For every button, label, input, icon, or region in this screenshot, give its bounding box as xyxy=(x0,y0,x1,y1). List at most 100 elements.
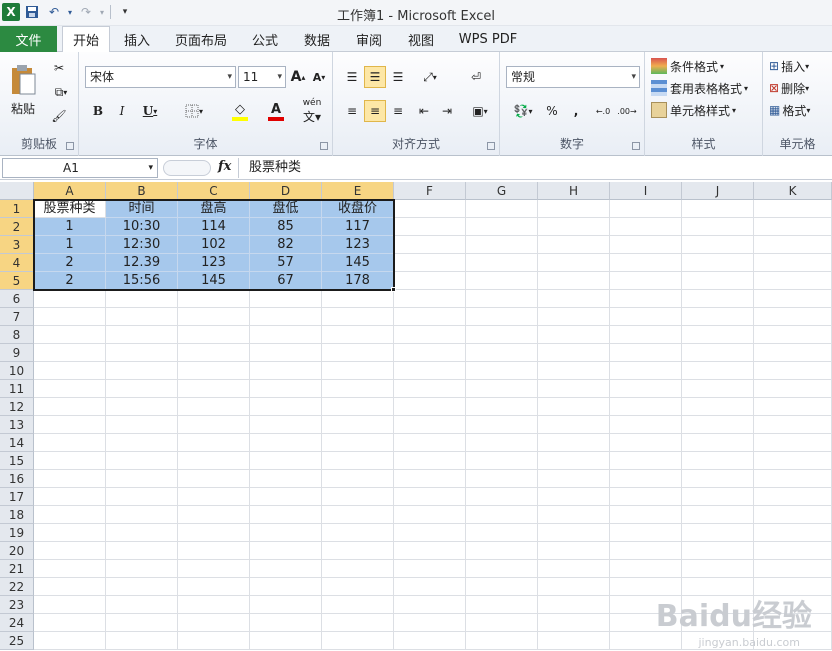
cell-c14[interactable] xyxy=(178,434,250,452)
cell-b13[interactable] xyxy=(106,416,178,434)
cell-d8[interactable] xyxy=(250,326,322,344)
format-painter-icon[interactable]: 🖌 xyxy=(48,106,70,126)
cell-c10[interactable] xyxy=(178,362,250,380)
cell-b3[interactable]: 12:30 xyxy=(106,236,178,254)
cell-h4[interactable] xyxy=(538,254,610,272)
cell-k12[interactable] xyxy=(754,398,832,416)
cell-h23[interactable] xyxy=(538,596,610,614)
cell-e25[interactable] xyxy=(322,632,394,650)
cell-i14[interactable] xyxy=(610,434,682,452)
cell-k19[interactable] xyxy=(754,524,832,542)
cell-f17[interactable] xyxy=(394,488,466,506)
cell-f2[interactable] xyxy=(394,218,466,236)
cell-e20[interactable] xyxy=(322,542,394,560)
cell-g14[interactable] xyxy=(466,434,538,452)
cell-j21[interactable] xyxy=(682,560,754,578)
italic-button[interactable]: I xyxy=(111,100,133,122)
row-header-2[interactable]: 2 xyxy=(0,218,34,236)
cell-b16[interactable] xyxy=(106,470,178,488)
cell-j15[interactable] xyxy=(682,452,754,470)
cell-i16[interactable] xyxy=(610,470,682,488)
merge-center-button[interactable]: ▣ ▾ xyxy=(465,100,495,122)
name-box-dropdown-icon[interactable]: ▾ xyxy=(148,159,153,177)
cell-d6[interactable] xyxy=(250,290,322,308)
cell-h9[interactable] xyxy=(538,344,610,362)
cell-e8[interactable] xyxy=(322,326,394,344)
cell-i4[interactable] xyxy=(610,254,682,272)
cell-f7[interactable] xyxy=(394,308,466,326)
cell-g2[interactable] xyxy=(466,218,538,236)
column-header-g[interactable]: G xyxy=(466,182,538,200)
cell-h18[interactable] xyxy=(538,506,610,524)
cell-g18[interactable] xyxy=(466,506,538,524)
cell-k14[interactable] xyxy=(754,434,832,452)
cell-a17[interactable] xyxy=(34,488,106,506)
cell-d13[interactable] xyxy=(250,416,322,434)
cell-i13[interactable] xyxy=(610,416,682,434)
row-header-17[interactable]: 17 xyxy=(0,488,34,506)
insert-cells-button[interactable]: ⊞ 插入 ▾ xyxy=(769,56,831,76)
cell-f11[interactable] xyxy=(394,380,466,398)
align-left-button[interactable]: ≡ xyxy=(341,100,363,122)
column-header-e[interactable]: E xyxy=(322,182,394,200)
paste-button[interactable]: 粘贴 xyxy=(4,56,42,124)
tab-home[interactable]: 开始 xyxy=(62,26,110,53)
font-name-combo[interactable]: 宋体 ▾ xyxy=(85,66,236,88)
font-name-dropdown-icon[interactable]: ▾ xyxy=(227,67,232,87)
cell-e4[interactable]: 145 xyxy=(322,254,394,272)
cell-a19[interactable] xyxy=(34,524,106,542)
cell-c25[interactable] xyxy=(178,632,250,650)
cell-d3[interactable]: 82 xyxy=(250,236,322,254)
font-color-button[interactable]: A xyxy=(259,98,293,124)
cell-c24[interactable] xyxy=(178,614,250,632)
cell-j16[interactable] xyxy=(682,470,754,488)
column-header-i[interactable]: I xyxy=(610,182,682,200)
cell-j6[interactable] xyxy=(682,290,754,308)
cell-k1[interactable] xyxy=(754,200,832,218)
cell-b15[interactable] xyxy=(106,452,178,470)
cell-k13[interactable] xyxy=(754,416,832,434)
cell-b10[interactable] xyxy=(106,362,178,380)
row-header-12[interactable]: 12 xyxy=(0,398,34,416)
tab-wps-pdf[interactable]: WPS PDF xyxy=(452,26,524,52)
cell-i8[interactable] xyxy=(610,326,682,344)
cell-g13[interactable] xyxy=(466,416,538,434)
cell-c15[interactable] xyxy=(178,452,250,470)
cell-b6[interactable] xyxy=(106,290,178,308)
cell-g5[interactable] xyxy=(466,272,538,290)
cell-j19[interactable] xyxy=(682,524,754,542)
cell-f15[interactable] xyxy=(394,452,466,470)
cell-f18[interactable] xyxy=(394,506,466,524)
cell-g23[interactable] xyxy=(466,596,538,614)
cell-d23[interactable] xyxy=(250,596,322,614)
number-launcher-icon[interactable] xyxy=(632,142,640,150)
cell-g6[interactable] xyxy=(466,290,538,308)
cell-b17[interactable] xyxy=(106,488,178,506)
cell-a10[interactable] xyxy=(34,362,106,380)
cell-d24[interactable] xyxy=(250,614,322,632)
cell-a24[interactable] xyxy=(34,614,106,632)
cell-e22[interactable] xyxy=(322,578,394,596)
cell-a3[interactable]: 1 xyxy=(34,236,106,254)
cell-d16[interactable] xyxy=(250,470,322,488)
cell-b24[interactable] xyxy=(106,614,178,632)
cell-k3[interactable] xyxy=(754,236,832,254)
cell-c18[interactable] xyxy=(178,506,250,524)
align-top-button[interactable]: ☰ xyxy=(341,66,363,88)
cell-h2[interactable] xyxy=(538,218,610,236)
cell-a14[interactable] xyxy=(34,434,106,452)
cell-e7[interactable] xyxy=(322,308,394,326)
clipboard-launcher-icon[interactable] xyxy=(66,142,74,150)
cell-f25[interactable] xyxy=(394,632,466,650)
cell-f5[interactable] xyxy=(394,272,466,290)
formula-input[interactable]: 股票种类 xyxy=(238,158,830,178)
cell-i10[interactable] xyxy=(610,362,682,380)
cell-k7[interactable] xyxy=(754,308,832,326)
align-bottom-button[interactable]: ☰ xyxy=(387,66,409,88)
cell-e18[interactable] xyxy=(322,506,394,524)
cell-b11[interactable] xyxy=(106,380,178,398)
cell-k10[interactable] xyxy=(754,362,832,380)
cell-c21[interactable] xyxy=(178,560,250,578)
column-header-b[interactable]: B xyxy=(106,182,178,200)
cell-h6[interactable] xyxy=(538,290,610,308)
